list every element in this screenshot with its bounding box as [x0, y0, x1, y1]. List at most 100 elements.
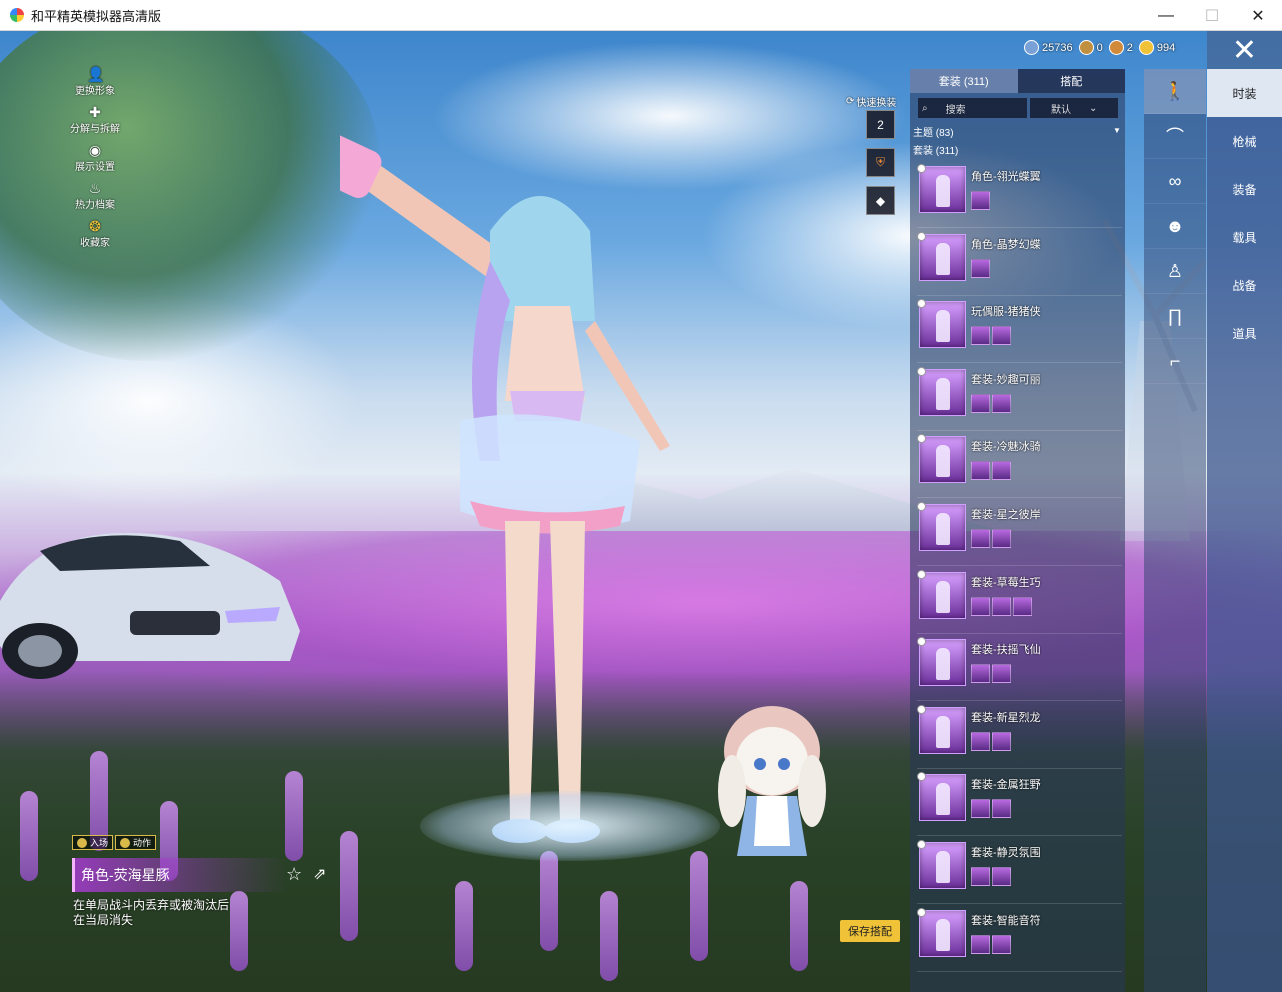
tab-fashion[interactable]: 时装: [1207, 69, 1282, 117]
emote-buttons: 入场 动作: [72, 835, 157, 850]
outfit-part-icon[interactable]: [992, 934, 1011, 954]
search-input[interactable]: ⌕ 搜索: [918, 98, 1028, 118]
category-glasses[interactable]: ∞: [1144, 159, 1206, 204]
outfit-part-icon[interactable]: [992, 799, 1011, 819]
tab-equipment[interactable]: 装备: [1207, 165, 1282, 213]
outfit-part-icon[interactable]: [971, 529, 990, 548]
collector-icon: ❂: [89, 218, 101, 234]
currency-value: 2: [1126, 41, 1133, 54]
quick-slot-wardrobe[interactable]: 2: [866, 110, 895, 139]
outfit-parts: [971, 529, 1011, 548]
lavender-flower: [600, 891, 618, 981]
outfit-figure-icon: [936, 377, 950, 410]
side-item-heat-archive[interactable]: ♨ 热力档案: [60, 180, 130, 218]
character-icon: 🚶: [1163, 80, 1187, 101]
category-character[interactable]: 🚶: [1144, 69, 1206, 114]
outfit-part-icon[interactable]: [971, 867, 990, 886]
outfit-parts: [971, 799, 1011, 819]
outfit-thumbnail: [917, 772, 966, 822]
list-item[interactable]: 角色-翎光蝶翼: [917, 164, 1122, 228]
minimize-button[interactable]: —: [1143, 0, 1189, 31]
outfit-part-icon[interactable]: [992, 867, 1011, 886]
eye-icon: ◉: [88, 142, 102, 158]
selected-item-description: 在单局战斗内丢弃或被淘汰后在当局消失: [73, 898, 230, 927]
outfit-part-icon[interactable]: [971, 799, 990, 819]
outfit-part-icon[interactable]: [992, 461, 1011, 481]
category-body[interactable]: ♙: [1144, 249, 1206, 294]
maximize-button[interactable]: ☐: [1189, 0, 1235, 31]
sort-dropdown[interactable]: 默认 ⌄: [1030, 98, 1118, 118]
quick-slot-diamond[interactable]: ◆: [866, 186, 895, 215]
rarity-badge-icon: [917, 434, 926, 444]
list-item[interactable]: 玩偶服-猪猪侠: [917, 299, 1122, 364]
list-item[interactable]: 套装-静灵氛围: [917, 840, 1122, 904]
tab-combat-prep[interactable]: 战备: [1207, 261, 1282, 309]
outfit-part-icon[interactable]: [971, 731, 990, 751]
list-item[interactable]: 套装-星之彼岸: [917, 502, 1122, 566]
list-item[interactable]: 套装-扶摇飞仙: [917, 637, 1122, 702]
outfit-part-icon[interactable]: [971, 393, 990, 413]
outfit-figure-icon: [936, 513, 950, 545]
outfit-part-icon[interactable]: [971, 191, 990, 210]
list-item[interactable]: 套装-草莓生巧: [917, 569, 1122, 634]
list-item[interactable]: 套装-妙趣可丽: [917, 366, 1122, 431]
list-item[interactable]: 套装-冷魅冰骑: [917, 434, 1122, 499]
side-item-decompose[interactable]: ✚ 分解与拆解: [60, 104, 130, 142]
outfit-part-icon[interactable]: [971, 258, 990, 278]
outfit-part-icon[interactable]: [971, 596, 990, 616]
side-item-change-appearance[interactable]: 👤 更换形象: [60, 66, 130, 104]
category-socks[interactable]: ⌐: [1144, 339, 1206, 384]
outfit-parts: [971, 326, 1011, 346]
tab-match[interactable]: 搭配: [1017, 69, 1125, 93]
rarity-badge-icon: [917, 299, 926, 309]
list-item[interactable]: 套装-金属狂野: [917, 772, 1122, 837]
category-mask[interactable]: ☻: [1144, 204, 1206, 249]
outfit-part-icon[interactable]: [992, 393, 1011, 413]
side-item-display-settings[interactable]: ◉ 展示设置: [60, 142, 130, 180]
tab-guns[interactable]: 枪械: [1207, 117, 1282, 165]
window-close-button[interactable]: ✕: [1235, 0, 1281, 31]
tab-vehicles[interactable]: 载具: [1207, 213, 1282, 261]
side-item-collector[interactable]: ❂ 收藏家: [60, 218, 130, 256]
rarity-badge-icon: [917, 164, 926, 173]
outfit-part-icon[interactable]: [971, 934, 990, 954]
outfit-part-icon[interactable]: [1013, 596, 1032, 616]
category-pants[interactable]: ∏: [1144, 294, 1206, 339]
outfit-name: 套装-金属狂野: [971, 779, 1041, 792]
character-model: [340, 114, 670, 843]
rarity-badge-icon: [917, 569, 926, 579]
list-item[interactable]: 套装-新星烈龙: [917, 704, 1122, 769]
side-item-label: 热力档案: [75, 200, 115, 211]
outfit-part-icon[interactable]: [992, 326, 1011, 346]
outfit-part-icon[interactable]: [992, 596, 1011, 616]
outfit-part-icon[interactable]: [971, 326, 990, 346]
outfit-part-icon[interactable]: [971, 461, 990, 481]
shield-icon: ⛨: [875, 155, 885, 169]
outfit-figure-icon: [936, 580, 950, 613]
share-icon[interactable]: ⇗: [313, 864, 326, 884]
side-item-label: 更换形象: [75, 86, 115, 97]
list-item[interactable]: 角色-晶梦幻蝶: [917, 231, 1122, 296]
outfit-part-icon[interactable]: [992, 529, 1011, 548]
list-item[interactable]: 套装-智能音符: [917, 907, 1122, 972]
caret-down-icon[interactable]: ▼: [1113, 126, 1121, 135]
left-side-menu: 👤 更换形象 ✚ 分解与拆解 ◉ 展示设置 ♨ 热力档案 ❂ 收藏家: [60, 66, 130, 256]
quick-slot-badge[interactable]: ⛨: [866, 148, 895, 177]
theme-header[interactable]: 主题 (83): [913, 124, 954, 139]
outfit-thumbnail: [917, 366, 966, 416]
outfit-parts: [971, 461, 1011, 481]
outfit-figure-icon: [936, 783, 950, 816]
action-button[interactable]: 动作: [115, 835, 157, 850]
star-icon[interactable]: ☆: [286, 864, 302, 885]
socks-icon: ⌐: [1169, 350, 1181, 371]
save-outfit-button[interactable]: 保存搭配: [840, 920, 900, 942]
outfit-part-icon[interactable]: [992, 664, 1011, 684]
close-icon[interactable]: ✕: [1207, 31, 1282, 69]
search-placeholder: 搜索: [945, 104, 966, 116]
category-hat[interactable]: ⌒: [1144, 114, 1206, 159]
outfit-part-icon[interactable]: [992, 731, 1011, 751]
tab-suits[interactable]: 套装 (311): [910, 69, 1018, 93]
entrance-button[interactable]: 入场: [72, 835, 114, 850]
outfit-part-icon[interactable]: [971, 664, 990, 684]
tab-props[interactable]: 道具: [1207, 309, 1282, 357]
